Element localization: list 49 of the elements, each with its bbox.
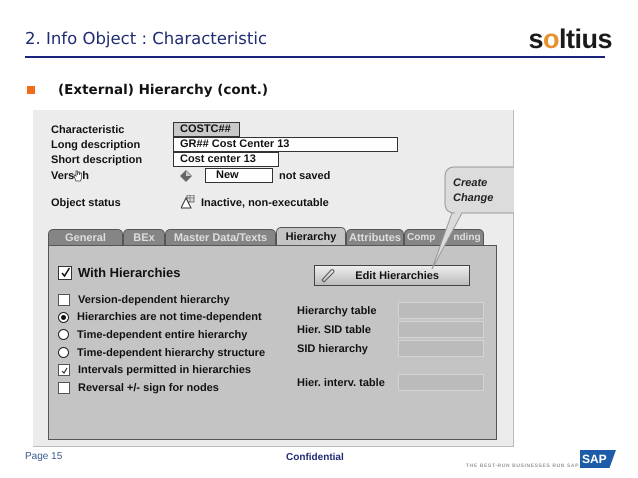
- sap-logo: SAP: [580, 450, 616, 468]
- edit-hierarchies-button[interactable]: Edit Hierarchies: [314, 265, 470, 286]
- field-label: Object status: [51, 197, 122, 209]
- field-label: Hierarchy table: [297, 304, 376, 316]
- checkbox[interactable]: [58, 364, 70, 376]
- option-label: Hierarchies are not time-dependent: [77, 311, 262, 324]
- status-text: Inactive, non-executable: [201, 197, 329, 209]
- input-field[interactable]: [398, 321, 484, 338]
- company-logo: soltius: [528, 24, 612, 54]
- checkbox[interactable]: [58, 294, 70, 306]
- checkbox[interactable]: [58, 382, 70, 394]
- field-label: Characteristic: [51, 124, 126, 136]
- option-label: Reversal +/- sign for nodes: [78, 382, 219, 394]
- triangle-grid-icon: [181, 195, 195, 209]
- field-label: SID hierarchy: [297, 342, 368, 354]
- tab[interactable]: Hierarchy: [276, 227, 346, 245]
- radio-button[interactable]: [58, 329, 69, 340]
- radio-button[interactable]: [58, 347, 69, 358]
- input-field[interactable]: Cost center 13: [173, 152, 279, 167]
- hand-cursor-icon: [73, 170, 84, 182]
- input-field[interactable]: COSTC##: [173, 122, 240, 137]
- bullet-text: (External) Hierarchy (cont.): [58, 82, 268, 98]
- diamond-icon: [180, 170, 192, 182]
- field-label: Short description: [51, 154, 144, 166]
- page-number: Page 15: [25, 451, 62, 462]
- slide-title: 2. Info Object : Characteristic: [25, 29, 268, 50]
- check-icon: [60, 267, 70, 278]
- status-text: not saved: [279, 170, 330, 182]
- field-label: Hier. SID table: [297, 324, 371, 336]
- option-label: Time-dependent entire hierarchy: [77, 328, 248, 341]
- radio-button[interactable]: [58, 312, 69, 323]
- input-field[interactable]: [398, 302, 484, 319]
- option-label: Version-dependent hierarchy: [78, 294, 230, 306]
- callout-text: Create Change: [453, 176, 494, 206]
- option-label: Intervals permitted in hierarchies: [78, 364, 252, 376]
- option-label: Time-dependent hierarchy structure: [77, 346, 266, 359]
- confidential-label: Confidential: [286, 452, 344, 463]
- field-label: Hier. interv. table: [297, 376, 385, 388]
- bullet-icon: [27, 86, 35, 94]
- check-icon: [60, 366, 68, 375]
- pencil-icon: [321, 268, 335, 282]
- version-field[interactable]: New: [205, 168, 273, 183]
- input-field[interactable]: GR## Cost Center 13: [173, 137, 398, 152]
- checkbox[interactable]: [58, 266, 72, 280]
- checkbox-label: With Hierarchies: [78, 265, 180, 280]
- input-field[interactable]: [398, 374, 484, 391]
- input-field[interactable]: [398, 340, 484, 357]
- field-label: Vers h: [51, 170, 90, 182]
- field-label: Long description: [51, 138, 142, 150]
